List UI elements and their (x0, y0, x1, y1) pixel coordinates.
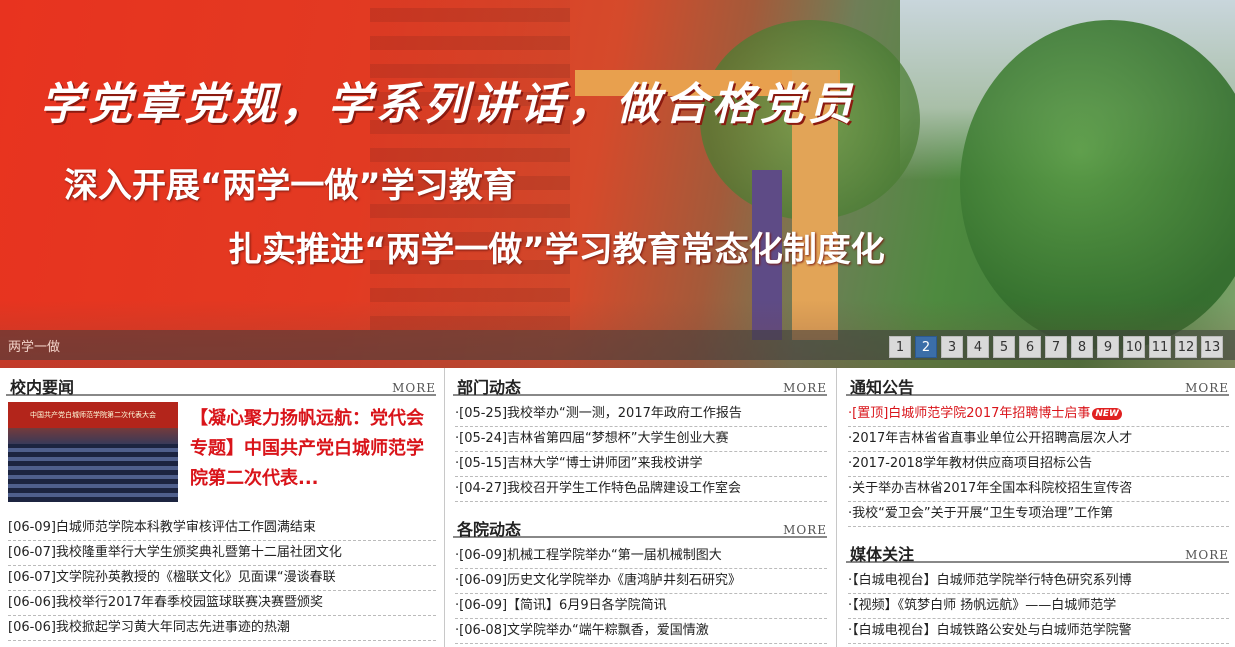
news-item[interactable]: [06-06]我校举行2017年春季校园篮球联赛决赛暨颁奖 (8, 591, 436, 616)
pager-button[interactable]: 11 (1149, 336, 1171, 358)
notice-item-pinned[interactable]: ·[置顶]白城师范学院2017年招聘博士启事 NEW (848, 402, 1229, 427)
section-title: 媒体关注 (850, 545, 915, 564)
audience-rows (8, 444, 178, 502)
pager-button[interactable]: 12 (1175, 336, 1197, 358)
dept-news-list: ·[05-25]我校举办“测一测，2017年政府工作报告 ·[05-24]吉林省… (447, 402, 833, 502)
school-news-section: 校内要闻 MORE 中国共产党白城师范学院第二次代表大会 【凝心聚力扬帆远航：党… (0, 368, 442, 647)
news-item[interactable]: [06-09]白城师范学院本科教学审核评估工作圆满结束 (8, 516, 436, 541)
pager-button[interactable]: 9 (1097, 336, 1119, 358)
pager-button[interactable]: 1 (889, 336, 911, 358)
news-item[interactable]: [06-06]我校掀起学习黄大年同志先进事迹的热潮 (8, 616, 436, 641)
more-link[interactable]: MORE (392, 381, 436, 395)
section-header: 校内要闻 MORE (6, 368, 436, 397)
college-news-list: ·[06-09]机械工程学院举办“第一届机械制图大 ·[06-09]历史文化学院… (447, 544, 833, 644)
pager-button[interactable]: 8 (1071, 336, 1093, 358)
middle-column: 部门动态 MORE ·[05-25]我校举办“测一测，2017年政府工作报告 ·… (447, 368, 833, 647)
section-header: 各院动态 MORE (453, 510, 827, 539)
pager-button-active[interactable]: 2 (915, 336, 937, 358)
section-header: 部门动态 MORE (453, 368, 827, 397)
news-item[interactable]: ·[06-09]【简讯】6月9日各学院简讯 (455, 594, 827, 619)
news-item[interactable]: ·[06-09]历史文化学院举办《唐鸿胪井刻石研究》 (455, 569, 827, 594)
stage-banner-text: 中国共产党白城师范学院第二次代表大会 (30, 411, 156, 419)
section-header: 媒体关注 MORE (846, 535, 1229, 564)
section-title: 校内要闻 (10, 378, 75, 397)
notice-item[interactable]: ·2017-2018学年教材供应商项目招标公告 (848, 452, 1229, 477)
media-item[interactable]: ·【白城电视台】白城铁路公安处与白城师范学院警 (848, 619, 1229, 644)
media-list: ·【白城电视台】白城师范学院举行特色研究系列博 ·【视频】《筑梦白师 扬帆远航》… (840, 569, 1235, 644)
pager-button[interactable]: 6 (1019, 336, 1041, 358)
stage-banner: 中国共产党白城师范学院第二次代表大会 (8, 402, 178, 428)
notice-item[interactable]: ·2017年吉林省省直事业单位公开招聘高层次人才 (848, 427, 1229, 452)
section-title: 通知公告 (850, 378, 915, 397)
column-divider (836, 368, 837, 647)
news-item[interactable]: ·[05-24]吉林省第四届“梦想杯”大学生创业大赛 (455, 427, 827, 452)
notice-item[interactable]: ·我校“爱卫会”关于开展“卫生专项治理”工作第 (848, 502, 1229, 527)
pager-button[interactable]: 10 (1123, 336, 1145, 358)
section-title: 各院动态 (457, 520, 522, 539)
section-title: 部门动态 (457, 378, 522, 397)
news-item[interactable]: ·[05-25]我校举办“测一测，2017年政府工作报告 (455, 402, 827, 427)
right-column: 通知公告 MORE ·[置顶]白城师范学院2017年招聘博士启事 NEW ·201… (840, 368, 1235, 647)
banner-pager: 1 2 3 4 5 6 7 8 9 10 11 12 13 (889, 336, 1223, 358)
banner-carousel[interactable]: 学党章党规，学系列讲话，做合格党员 深入开展“两学一做”学习教育 扎实推进“两学… (0, 0, 1235, 368)
banner-subheadline: 扎实推进“两学一做”学习教育常态化制度化 (228, 230, 885, 270)
news-item[interactable]: ·[05-15]吉林大学“博士讲师团”来我校讲学 (455, 452, 827, 477)
pager-button[interactable]: 7 (1045, 336, 1067, 358)
news-columns: 校内要闻 MORE 中国共产党白城师范学院第二次代表大会 【凝心聚力扬帆远航：党… (0, 368, 1235, 647)
pager-button[interactable]: 4 (967, 336, 989, 358)
news-item[interactable]: ·[06-08]文学院举办“端午粽飘香，爱国情激 (455, 619, 827, 644)
news-item[interactable]: ·[06-09]机械工程学院举办“第一届机械制图大 (455, 544, 827, 569)
new-badge-icon: NEW (1092, 407, 1122, 420)
pager-button[interactable]: 13 (1201, 336, 1223, 358)
column-divider (444, 368, 445, 647)
more-link[interactable]: MORE (783, 381, 827, 395)
news-item[interactable]: ·[04-27]我校召开学生工作特色品牌建设工作室会 (455, 477, 827, 502)
more-link[interactable]: MORE (1185, 381, 1229, 395)
pager-button[interactable]: 5 (993, 336, 1015, 358)
more-link[interactable]: MORE (783, 523, 827, 537)
section-header: 通知公告 MORE (846, 368, 1229, 397)
media-item[interactable]: ·【白城电视台】白城师范学院举行特色研究系列博 (848, 569, 1229, 594)
featured-news-image[interactable]: 中国共产党白城师范学院第二次代表大会 (8, 402, 178, 502)
notice-pinned-text[interactable]: ·[置顶]白城师范学院2017年招聘博士启事 (848, 406, 1090, 421)
featured-news-title[interactable]: 【凝心聚力扬帆远航：党代会专题】中国共产党白城师范学院第二次代表... (190, 404, 438, 494)
notices-list: ·[置顶]白城师范学院2017年招聘博士启事 NEW ·2017年吉林省省直事业单… (840, 402, 1235, 527)
news-item[interactable]: [06-07]文学院孙英教授的《楹联文化》见面课“漫谈春联 (8, 566, 436, 591)
pager-button[interactable]: 3 (941, 336, 963, 358)
banner-headline: 深入开展“两学一做”学习教育 (64, 166, 517, 206)
notice-item[interactable]: ·关于举办吉林省2017年全国本科院校招生宣传咨 (848, 477, 1229, 502)
media-item[interactable]: ·【视频】《筑梦白师 扬帆远航》——白城师范学 (848, 594, 1229, 619)
news-item[interactable]: [06-07]我校隆重举行大学生颁奖典礼暨第十二届社团文化 (8, 541, 436, 566)
featured-news[interactable]: 中国共产党白城师范学院第二次代表大会 【凝心聚力扬帆远航：党代会专题】中国共产党… (8, 402, 436, 516)
more-link[interactable]: MORE (1185, 548, 1229, 562)
banner-caption[interactable]: 两学一做 (8, 336, 60, 355)
school-news-list: [06-09]白城师范学院本科教学审核评估工作圆满结束 [06-07]我校隆重举… (0, 516, 442, 641)
banner-slogan: 学党章党规，学系列讲话，做合格党员 (40, 79, 856, 130)
